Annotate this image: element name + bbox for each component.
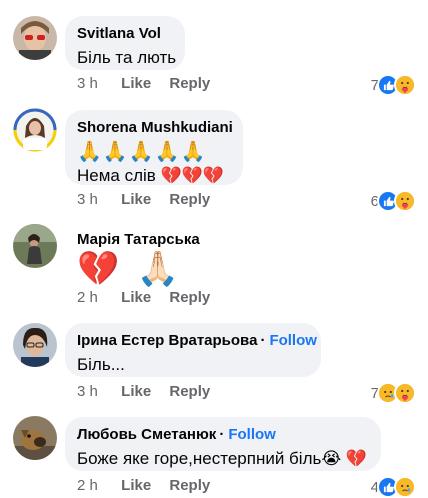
comment-actions: 3 h Like Reply xyxy=(77,383,224,400)
comment-time[interactable]: 2 h xyxy=(77,477,117,494)
reaction-summary[interactable]: 7 xyxy=(371,74,416,96)
care-reaction-icon xyxy=(394,382,416,404)
comment-actions: 3 h Like Reply xyxy=(77,191,224,208)
comment-text: Нема слів 💔💔💔 xyxy=(77,166,225,185)
follow-button[interactable]: Follow xyxy=(228,426,276,443)
comments-list: Svitlana Vol Біль та лють 3 h Like Reply… xyxy=(0,0,428,498)
comment-author[interactable]: Ірина Естер Вратарьова xyxy=(77,332,257,349)
avatar[interactable] xyxy=(13,416,57,460)
like-button[interactable]: Like xyxy=(121,191,151,208)
comment-text: Боже яке горе,нестерпний біль😭 💔 xyxy=(77,449,368,468)
care-reaction-icon xyxy=(394,74,416,96)
comment-bubble: Shorena Mushkudiani 🙏🙏🙏🙏🙏 Нема слів 💔💔💔 xyxy=(65,110,243,185)
avatar[interactable] xyxy=(13,16,57,60)
reply-button[interactable]: Reply xyxy=(169,477,210,494)
comment-bubble: Svitlana Vol Біль та лють xyxy=(65,16,185,70)
comment-emoji: 💔 🙏🏻 xyxy=(77,250,184,288)
comment-time[interactable]: 2 h xyxy=(77,289,117,306)
comment-time[interactable]: 3 h xyxy=(77,383,117,400)
separator-dot: · xyxy=(219,426,225,443)
comment-text: Біль... xyxy=(77,355,125,374)
comment-actions: 2 h Like Reply xyxy=(77,289,224,306)
reaction-summary[interactable]: 7 xyxy=(371,382,416,404)
avatar[interactable] xyxy=(13,224,57,268)
comment-actions: 3 h Like Reply xyxy=(77,75,224,92)
like-button[interactable]: Like xyxy=(121,75,151,92)
comment-author[interactable]: Svitlana Vol xyxy=(77,24,173,43)
comment-author[interactable]: Марія Татарська xyxy=(77,230,200,249)
follow-button[interactable]: Follow xyxy=(269,332,317,349)
avatar[interactable] xyxy=(13,323,57,367)
comment-author-line: Любовь Сметанюк · Follow xyxy=(77,425,369,444)
reply-button[interactable]: Reply xyxy=(169,75,210,92)
comment-actions: 2 h Like Reply xyxy=(77,477,224,494)
comment-author[interactable]: Любовь Сметанюк xyxy=(77,426,216,443)
comment-bubble: Любовь Сметанюк · Follow Боже яке горе,нес… xyxy=(65,417,381,471)
comment-text: Біль та лють xyxy=(77,48,177,67)
reaction-summary[interactable]: 4 xyxy=(371,476,416,498)
reply-button[interactable]: Reply xyxy=(169,191,210,208)
like-button[interactable]: Like xyxy=(121,289,151,306)
comment-author-line: Ірина Естер Вратарьова · Follow xyxy=(77,331,317,350)
separator-dot: · xyxy=(260,332,266,349)
sad-reaction-icon xyxy=(394,476,416,498)
reply-button[interactable]: Reply xyxy=(169,383,210,400)
like-button[interactable]: Like xyxy=(121,383,151,400)
reaction-summary[interactable]: 6 xyxy=(371,190,416,212)
comment-bubble: Ірина Естер Вратарьова · Follow Біль... xyxy=(65,323,321,377)
avatar[interactable] xyxy=(13,108,57,152)
like-button[interactable]: Like xyxy=(121,477,151,494)
comment-time[interactable]: 3 h xyxy=(77,191,117,208)
comment-author[interactable]: Shorena Mushkudiani xyxy=(77,118,233,137)
reply-button[interactable]: Reply xyxy=(169,289,210,306)
comment-emoji: 🙏🙏🙏🙏🙏 xyxy=(77,141,207,163)
care-reaction-icon xyxy=(394,190,416,212)
comment-time[interactable]: 3 h xyxy=(77,75,117,92)
